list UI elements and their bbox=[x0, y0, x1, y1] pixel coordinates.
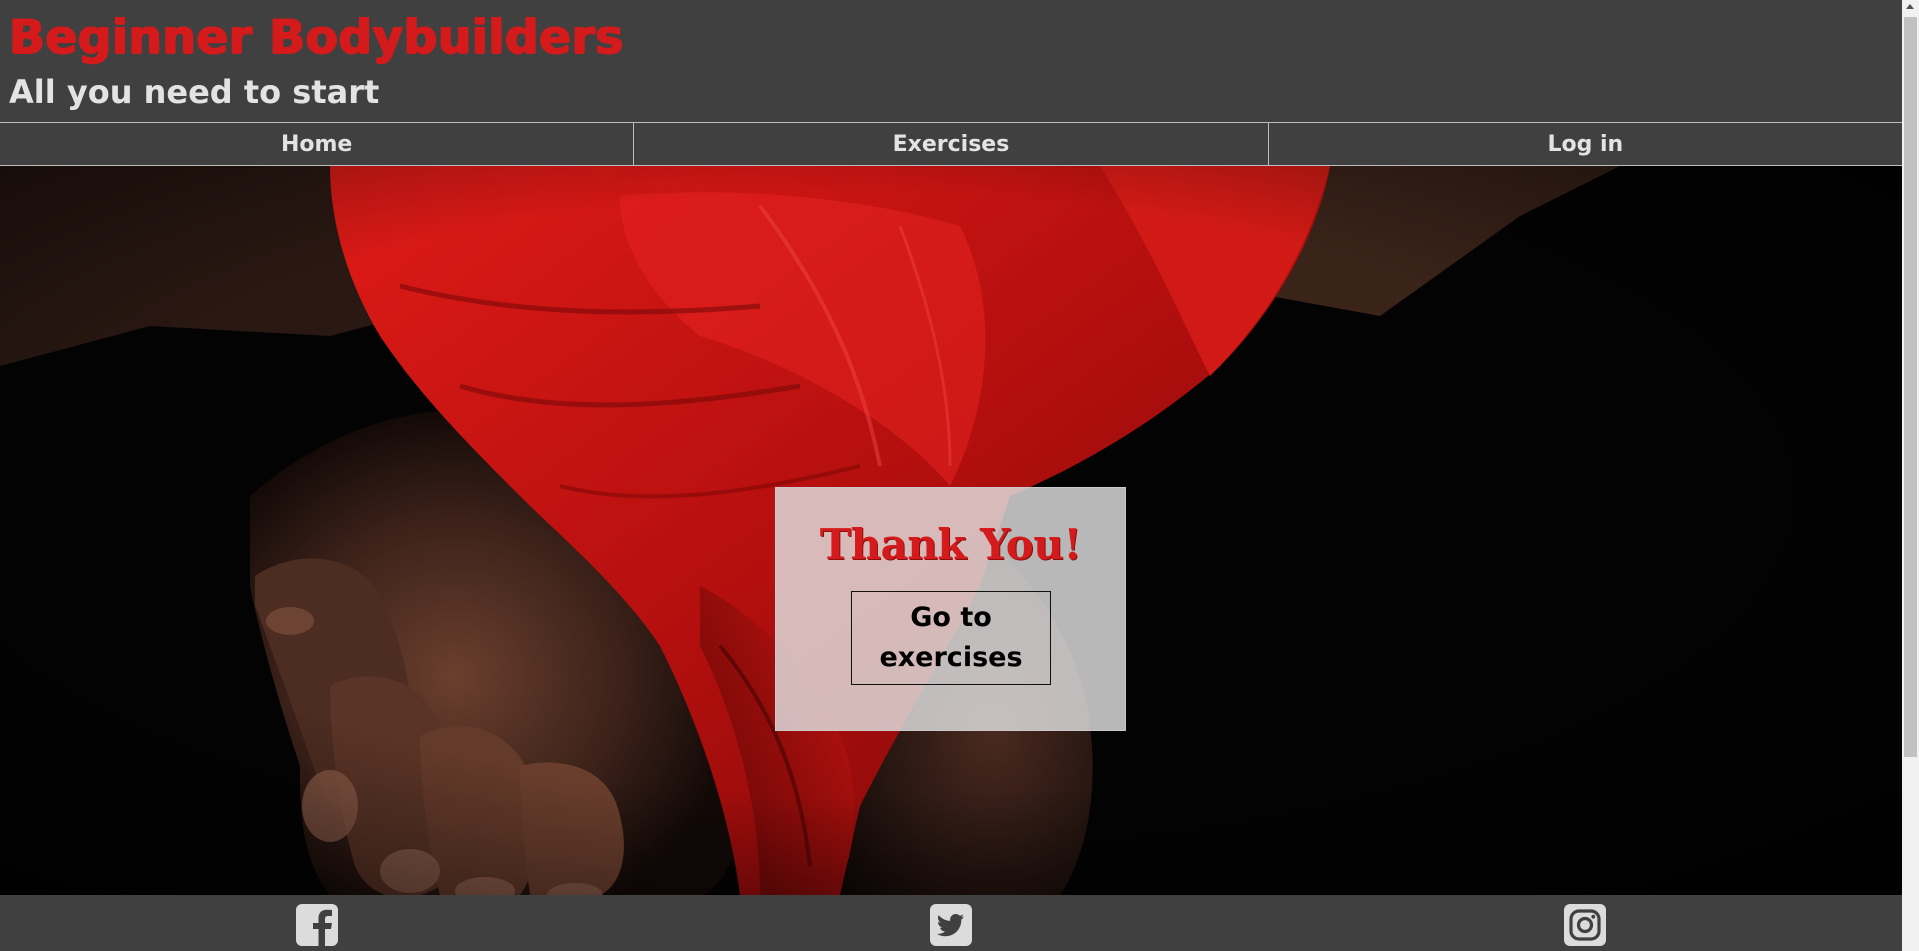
scrollbar-thumb[interactable] bbox=[1904, 17, 1917, 757]
thank-you-card: Thank You! Go to exercises bbox=[775, 487, 1126, 731]
site-header: Beginner Bodybuilders All you need to st… bbox=[0, 0, 1902, 122]
page: Beginner Bodybuilders All you need to st… bbox=[0, 0, 1919, 951]
site-tagline: All you need to start bbox=[9, 73, 380, 111]
thank-you-heading: Thank You! bbox=[819, 520, 1082, 569]
nav-exercises-link[interactable]: Exercises bbox=[634, 123, 1269, 165]
main-nav: Home Exercises Log in bbox=[0, 122, 1902, 166]
facebook-icon bbox=[296, 904, 338, 946]
hero-section: Thank You! Go to exercises bbox=[0, 166, 1902, 895]
facebook-link[interactable] bbox=[0, 895, 634, 951]
site-footer bbox=[0, 895, 1902, 951]
instagram-link[interactable] bbox=[1268, 895, 1902, 951]
scroll-up-arrow-icon[interactable] bbox=[1906, 4, 1914, 9]
instagram-icon bbox=[1564, 904, 1606, 946]
go-to-exercises-button[interactable]: Go to exercises bbox=[851, 591, 1051, 685]
twitter-icon bbox=[930, 904, 972, 946]
nav-login-link[interactable]: Log in bbox=[1269, 123, 1902, 165]
site-title: Beginner Bodybuilders bbox=[9, 10, 624, 65]
vertical-scrollbar[interactable] bbox=[1902, 0, 1919, 951]
nav-home-link[interactable]: Home bbox=[0, 123, 635, 165]
twitter-link[interactable] bbox=[634, 895, 1268, 951]
